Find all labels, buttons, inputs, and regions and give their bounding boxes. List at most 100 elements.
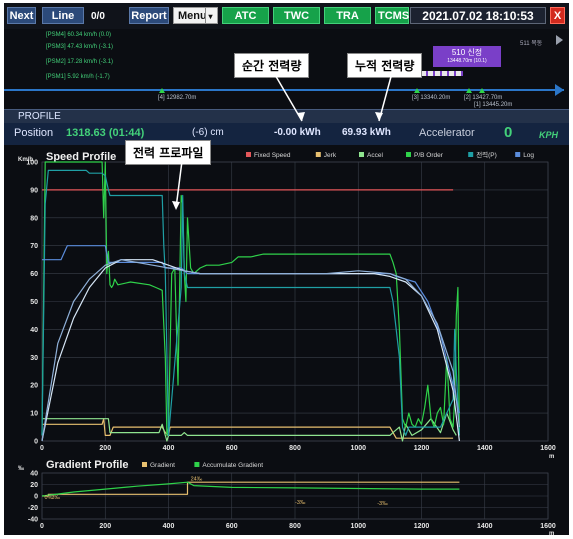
menu-dropdown[interactable]: Menu ▾ bbox=[173, 7, 218, 24]
accelerator-value: 0 bbox=[504, 124, 513, 141]
profile-title: PROFILE bbox=[18, 111, 61, 122]
gradient-x-tick-label: 0 bbox=[40, 523, 44, 530]
tcms-button[interactable]: TCMS bbox=[375, 7, 409, 24]
speed-x-tick-label: 1000 bbox=[350, 445, 366, 452]
gradient-y-tick-label: -20 bbox=[28, 505, 38, 512]
gradient-x-tick-label: 1600 bbox=[540, 523, 556, 530]
speed-legend-swatch bbox=[246, 152, 251, 157]
gradient-y-axis-label: ‰ bbox=[18, 466, 24, 472]
marker-icon bbox=[414, 88, 420, 93]
gradient-y-tick-label: 0 bbox=[34, 494, 38, 501]
speed-y-tick-label: 40 bbox=[30, 327, 38, 334]
position-value: 1318.63 (01:44) bbox=[66, 127, 145, 139]
position-label: Position bbox=[14, 127, 54, 139]
charts-svg: 0 200 400 600 800 1000 1200 1400 160001020304050… bbox=[18, 150, 556, 535]
psm-item: [PSM3] 47.43 km/h (-3.1) bbox=[46, 44, 114, 50]
speed-legend-swatch bbox=[359, 152, 364, 157]
gradient-x-tick-label: 1200 bbox=[414, 523, 430, 530]
psm-item: [PSM4] 60.34 km/h (0.0) bbox=[46, 32, 112, 38]
speed-x-tick-label: 1600 bbox=[540, 445, 556, 452]
speed-y-axis-label: Km/h bbox=[18, 157, 33, 163]
line-button[interactable]: Line bbox=[42, 7, 84, 24]
speed-title: Speed Profile bbox=[46, 151, 116, 163]
chart-panel: 0 200 400 600 800 1000 1200 1400 1600 0 10 20 30 40 50… bbox=[4, 145, 569, 535]
instant-power-value: -0.00 kWh bbox=[274, 127, 321, 138]
tra-button[interactable]: TRA bbox=[324, 7, 371, 24]
speed-x-tick-label: 600 bbox=[226, 445, 238, 452]
next-button[interactable]: Next bbox=[7, 7, 36, 24]
top-toolbar: Next Line 0/0 Report Menu ▾ ATC TWC TRA … bbox=[4, 3, 569, 29]
speed-y-tick-label: 30 bbox=[30, 355, 38, 362]
speed-x-axis-label: m bbox=[549, 454, 554, 460]
speed-y-tick-label: 20 bbox=[30, 383, 38, 390]
accelerator-label: Accelerator bbox=[419, 127, 475, 139]
marker-icon bbox=[479, 88, 485, 93]
gradient-x-axis-label: m bbox=[549, 531, 554, 535]
gradient-title: Gradient Profile bbox=[46, 459, 129, 471]
speed-legend-label: Accel bbox=[367, 152, 383, 159]
marker-icon bbox=[466, 88, 472, 93]
profile-header: PROFILE bbox=[4, 109, 569, 124]
gradient-legend-swatch bbox=[194, 462, 200, 467]
speed-legend-label: P/B Order bbox=[414, 152, 444, 159]
power-profile-callout: 전력 프로파일 bbox=[125, 140, 212, 165]
marker-label: [1] 13445.20m bbox=[474, 102, 513, 108]
gradient-annotation: -3‰ bbox=[377, 501, 388, 507]
chevron-right-icon[interactable] bbox=[556, 35, 563, 45]
gradient-x-tick-label: 1400 bbox=[477, 523, 493, 530]
speed-y-tick-label: 70 bbox=[30, 243, 38, 250]
gradient-annotation: 3‰ bbox=[51, 495, 60, 501]
speed-legend-label: 전력(P) bbox=[476, 150, 497, 159]
gradient-x-tick-label: 800 bbox=[289, 523, 301, 530]
speed-x-tick-label: 400 bbox=[163, 445, 175, 452]
psm-item: [PSM2] 17.28 km/h (-3.1) bbox=[46, 59, 114, 65]
app-window: Next Line 0/0 Report Menu ▾ ATC TWC TRA … bbox=[4, 3, 569, 535]
gradient-y-tick-label: 40 bbox=[30, 471, 38, 478]
speed-y-tick-label: 90 bbox=[30, 187, 38, 194]
chevron-down-icon: ▾ bbox=[205, 8, 215, 23]
gradient-x-tick-label: 200 bbox=[99, 523, 111, 530]
speed-x-tick-label: 800 bbox=[289, 445, 301, 452]
gradient-legend-swatch bbox=[142, 462, 147, 467]
instant-power-callout: 순간 전력량 bbox=[234, 53, 310, 78]
gradient-x-tick-label: 600 bbox=[226, 523, 238, 530]
speed-legend-label: Log bbox=[523, 152, 534, 159]
gradient-x-tick-label: 1000 bbox=[350, 523, 366, 530]
position-row: Position 1318.63 (01:44) (-6) cm -0.00 k… bbox=[4, 123, 569, 145]
gradient-annotation: -3‰ bbox=[295, 500, 306, 506]
marker-icon bbox=[159, 88, 165, 93]
speed-y-tick-label: 10 bbox=[30, 411, 38, 418]
speed-legend-label: Jerk bbox=[324, 152, 337, 159]
marker-label: [4] 12982.70m bbox=[158, 95, 197, 101]
report-button[interactable]: Report bbox=[129, 7, 169, 24]
speed-y-tick-label: 60 bbox=[30, 271, 38, 278]
speed-legend-label: Fixed Speed bbox=[254, 152, 291, 159]
arrow-right-icon bbox=[555, 84, 564, 96]
marker-label: [3] 13340.20m bbox=[412, 95, 451, 101]
speed-y-tick-label: 50 bbox=[30, 299, 38, 306]
gradient-annotation: 24‰ bbox=[191, 476, 203, 482]
train-subtitle: 13448.70m (10.1) bbox=[447, 58, 487, 64]
page-counter: 0/0 bbox=[91, 11, 105, 22]
gradient-legend-label: Accumulate Gradient bbox=[202, 462, 263, 469]
kph-unit: KPH bbox=[539, 130, 559, 140]
cumulative-power-value: 69.93 kWh bbox=[342, 127, 391, 138]
datetime-display: 2021.07.02 18:10:53 bbox=[410, 7, 546, 24]
speed-x-tick-label: 200 bbox=[99, 445, 111, 452]
close-button[interactable]: X bbox=[550, 7, 565, 24]
marker-label: [2] 13427.70m bbox=[464, 95, 503, 101]
psm-item: [PSM1] 5.92 km/h (-1.7) bbox=[46, 74, 110, 80]
twc-button[interactable]: TWC bbox=[273, 7, 320, 24]
gradient-y-tick-label: -40 bbox=[28, 517, 38, 524]
train-position-box: 510 신정 13448.70m (10.1) bbox=[433, 46, 501, 67]
speed-x-tick-label: 1400 bbox=[477, 445, 493, 452]
gradient-x-tick-label: 400 bbox=[163, 523, 175, 530]
gradient-y-tick-label: 20 bbox=[30, 482, 38, 489]
next-station-label: 511 목동 bbox=[520, 41, 543, 47]
atc-button[interactable]: ATC bbox=[222, 7, 269, 24]
speed-legend-swatch bbox=[515, 152, 521, 157]
speed-legend-swatch bbox=[406, 152, 411, 157]
speed-y-tick-label: 0 bbox=[34, 439, 38, 446]
speed-legend-swatch bbox=[315, 152, 321, 157]
speed-y-tick-label: 80 bbox=[30, 215, 38, 222]
